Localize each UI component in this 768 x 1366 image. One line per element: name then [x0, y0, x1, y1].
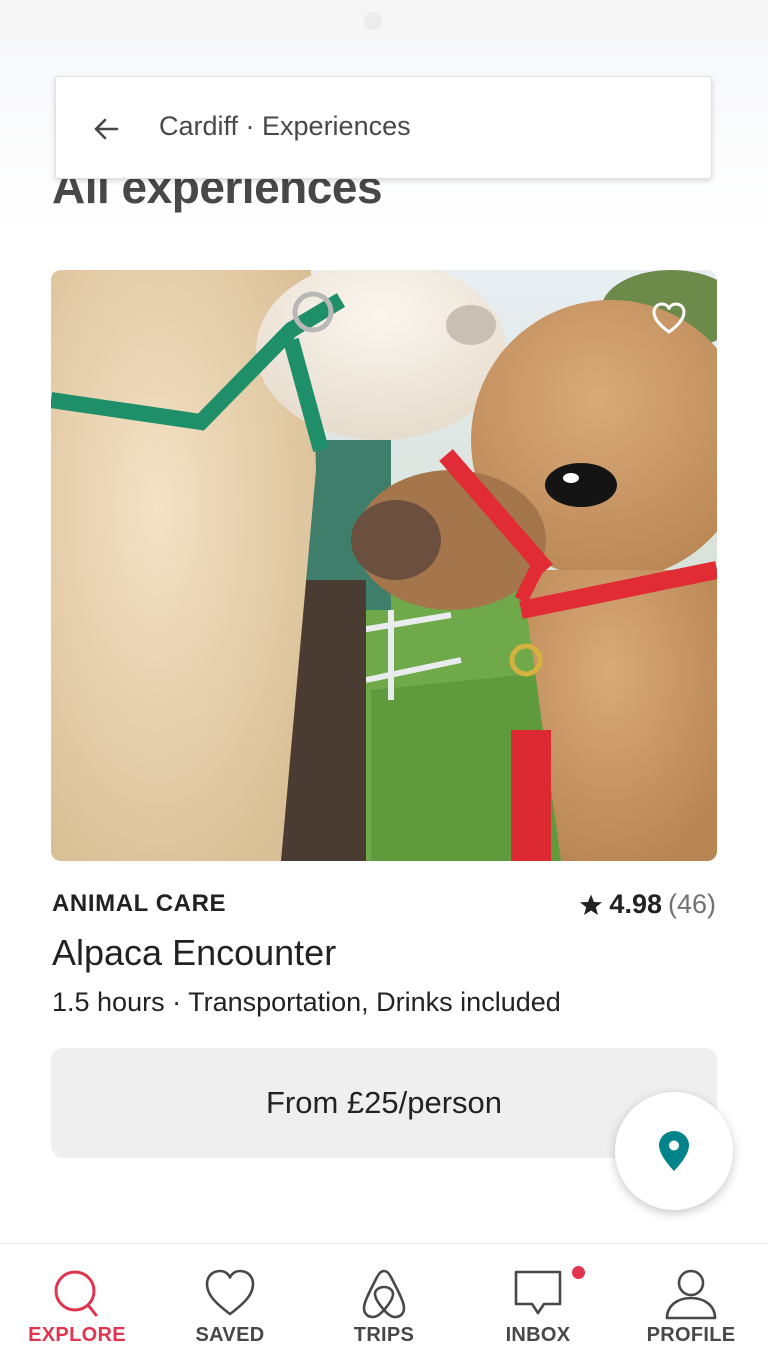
nav-explore-label: EXPLORE [28, 1324, 126, 1346]
person-icon [665, 1269, 717, 1320]
nav-trips[interactable]: TRIPS [309, 1244, 459, 1366]
search-bar[interactable]: Cardiff · Experiences [55, 76, 712, 179]
map-pin-icon [659, 1131, 689, 1171]
alpaca-photo [51, 270, 717, 861]
nav-trips-label: TRIPS [353, 1324, 415, 1346]
nav-explore[interactable]: EXPLORE [2, 1244, 152, 1366]
review-count: (46) [667, 889, 716, 919]
listing-rating: 4.98 (46) [579, 889, 716, 920]
chat-icon [514, 1270, 562, 1315]
bottom-navigation: EXPLORE SAVED TRIPS INBOX PROFILE [0, 1243, 768, 1365]
airbnb-logo-icon [362, 1269, 406, 1319]
nav-inbox-label: INBOX [505, 1324, 571, 1346]
heart-icon [652, 302, 686, 334]
rating-score: 4.98 [609, 889, 662, 919]
heart-icon [205, 1269, 255, 1316]
listing-title[interactable]: Alpaca Encounter [52, 932, 336, 974]
search-icon [54, 1270, 98, 1317]
nav-saved[interactable]: SAVED [155, 1244, 305, 1366]
search-location-text[interactable]: Cardiff · Experiences [159, 111, 411, 142]
listing-category: ANIMAL CARE [52, 890, 227, 917]
nav-profile[interactable]: PROFILE [616, 1244, 766, 1366]
status-bar [0, 0, 768, 42]
nav-saved-label: SAVED [195, 1324, 265, 1346]
save-listing-button[interactable] [650, 300, 688, 336]
listing-photo[interactable] [51, 270, 717, 861]
camera-notch [364, 12, 382, 30]
back-button[interactable] [86, 109, 126, 149]
nav-inbox[interactable]: INBOX [463, 1244, 613, 1366]
star-icon [580, 894, 603, 915]
nav-profile-label: PROFILE [646, 1324, 736, 1346]
map-button[interactable] [615, 1092, 733, 1210]
arrow-left-icon [94, 118, 119, 140]
listing-details: 1.5 hours · Transportation, Drinks inclu… [52, 987, 561, 1017]
inbox-notification-dot [572, 1266, 585, 1279]
